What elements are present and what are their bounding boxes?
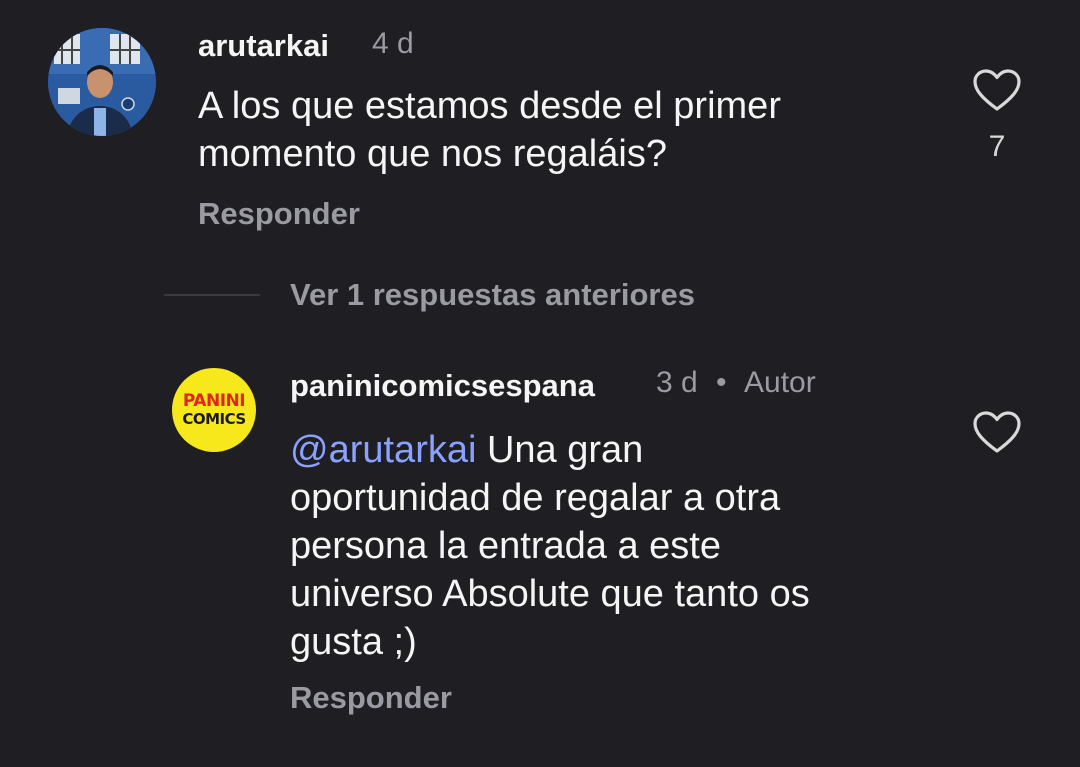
comment-text: A los que estamos desde el primer moment… — [198, 82, 781, 178]
reply-time: 3 d — [656, 366, 698, 399]
comment-time: 4 d — [372, 27, 414, 60]
reply-text: @arutarkai Una gran oportunidad de regal… — [290, 426, 810, 666]
heart-outline-icon[interactable] — [972, 410, 1022, 454]
reply-button[interactable]: Responder — [198, 196, 360, 232]
comment-text-line: momento que nos regaláis? — [198, 133, 667, 175]
reply-text-line: universo Absolute que tanto os — [290, 573, 810, 615]
comment-text-line: A los que estamos desde el primer — [198, 85, 781, 127]
mention-link[interactable]: @arutarkai — [290, 429, 476, 471]
avatar-panini[interactable]: PANINI COMICS — [172, 368, 256, 452]
reply-text-line: persona la entrada a este — [290, 525, 721, 567]
user-photo — [48, 28, 156, 136]
logo-text-panini: PANINI — [182, 391, 246, 411]
view-previous-replies-button[interactable]: Ver 1 respuestas anteriores — [290, 277, 695, 313]
avatar[interactable] — [48, 28, 156, 136]
meta-separator: • — [716, 366, 727, 399]
replies-divider — [164, 294, 260, 296]
author-badge: Autor — [744, 366, 816, 399]
reply-text-fragment: Una gran — [476, 429, 644, 471]
reply-text-line: oportunidad de regalar a otra — [290, 477, 781, 519]
reply-text-line: gusta ;) — [290, 621, 417, 663]
logo-text-comics: COMICS — [182, 410, 246, 428]
reply-username[interactable]: paninicomicsespana — [290, 368, 595, 404]
comment-username[interactable]: arutarkai — [198, 28, 329, 64]
comments-view: arutarkai 4 d A los que estamos desde el… — [0, 0, 1080, 767]
like-count: 7 — [988, 130, 1006, 163]
reply-button[interactable]: Responder — [290, 680, 452, 716]
reply-text-line: @arutarkai Una gran — [290, 426, 810, 474]
heart-outline-icon[interactable] — [972, 68, 1022, 112]
